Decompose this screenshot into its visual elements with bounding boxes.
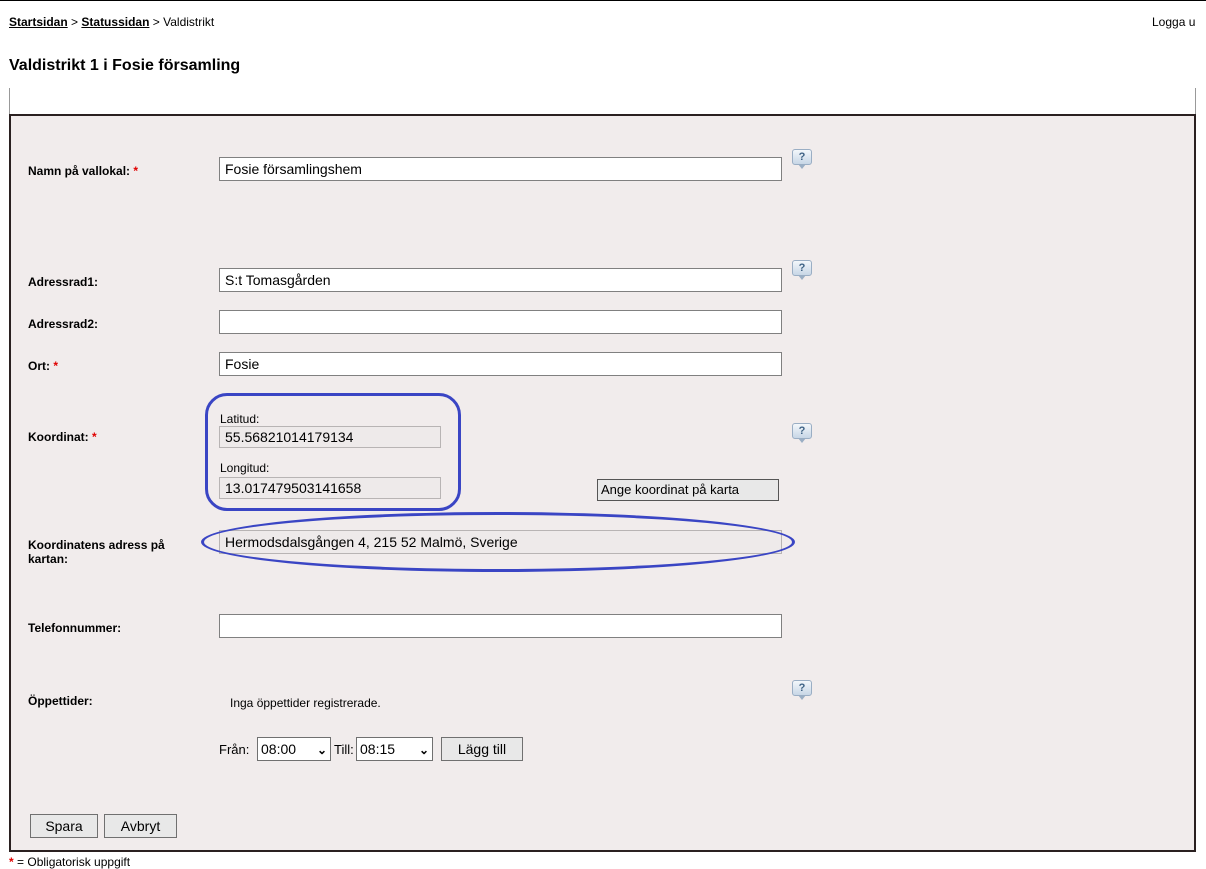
breadcrumb-status-link[interactable]: Statussidan — [81, 15, 149, 29]
from-label: Från: — [219, 742, 250, 757]
header-right-rule — [1195, 88, 1196, 116]
phone-label: Telefonnummer: — [28, 621, 122, 635]
from-time-select[interactable]: 08:00 ⌄ — [257, 737, 331, 761]
city-input[interactable] — [219, 352, 782, 376]
annotation-oval — [201, 512, 795, 572]
help-icon[interactable]: ? — [792, 260, 812, 280]
help-icon[interactable]: ? — [792, 149, 812, 169]
help-icon[interactable]: ? — [792, 423, 812, 443]
to-time-value: 08:15 — [360, 741, 396, 757]
no-opening-hours-text: Inga öppettider registrerade. — [230, 696, 381, 710]
address1-label: Adressrad1: — [28, 275, 99, 289]
header-left-rule — [9, 88, 10, 116]
city-label: Ort: * — [28, 359, 58, 373]
breadcrumb: Startsidan > Statussidan > Valdistrikt — [9, 15, 214, 29]
required-marker: * — [133, 164, 139, 178]
city-label-text: Ort: — [28, 359, 50, 373]
polling-place-name-input[interactable] — [219, 157, 782, 181]
to-label: Till: — [334, 742, 354, 757]
name-label: Namn på vallokal: * — [28, 164, 158, 178]
add-opening-hours-button[interactable]: Lägg till — [441, 737, 523, 761]
coordinate-label-text: Koordinat: — [28, 430, 89, 444]
top-border — [0, 0, 1206, 1]
to-time-select[interactable]: 08:15 ⌄ — [356, 737, 433, 761]
breadcrumb-home-link[interactable]: Startsidan — [9, 15, 68, 29]
required-marker: * — [53, 359, 59, 373]
coordinate-label: Koordinat: * — [28, 430, 97, 444]
required-marker: * — [92, 430, 97, 444]
page-title: Valdistrikt 1 i Fosie församling — [9, 57, 241, 74]
chevron-down-icon: ⌄ — [418, 743, 429, 757]
breadcrumb-separator: > — [71, 15, 79, 29]
help-icon[interactable]: ? — [792, 680, 812, 700]
required-note: * = Obligatorisk uppgift — [9, 855, 130, 869]
address2-input[interactable] — [219, 310, 782, 334]
required-marker: * — [9, 855, 14, 869]
annotation-oval — [205, 393, 461, 511]
breadcrumb-separator: > — [152, 15, 160, 29]
opening-hours-label: Öppettider: — [28, 694, 93, 708]
save-button[interactable]: Spara — [30, 814, 98, 838]
cancel-button[interactable]: Avbryt — [104, 814, 177, 838]
required-note-text: = Obligatorisk uppgift — [17, 855, 131, 869]
breadcrumb-current: Valdistrikt — [163, 15, 215, 29]
set-coordinate-on-map-button[interactable]: Ange koordinat på karta — [597, 479, 779, 501]
name-label-text: Namn på vallokal: — [28, 164, 131, 178]
phone-input[interactable] — [219, 614, 782, 638]
coordinate-address-label: Koordinatens adress på kartan: — [28, 538, 165, 566]
chevron-down-icon: ⌄ — [316, 743, 327, 757]
logout-link[interactable]: Logga u — [1152, 15, 1195, 29]
from-time-value: 08:00 — [261, 741, 297, 757]
address1-input[interactable] — [219, 268, 782, 292]
address2-label: Adressrad2: — [28, 317, 99, 331]
